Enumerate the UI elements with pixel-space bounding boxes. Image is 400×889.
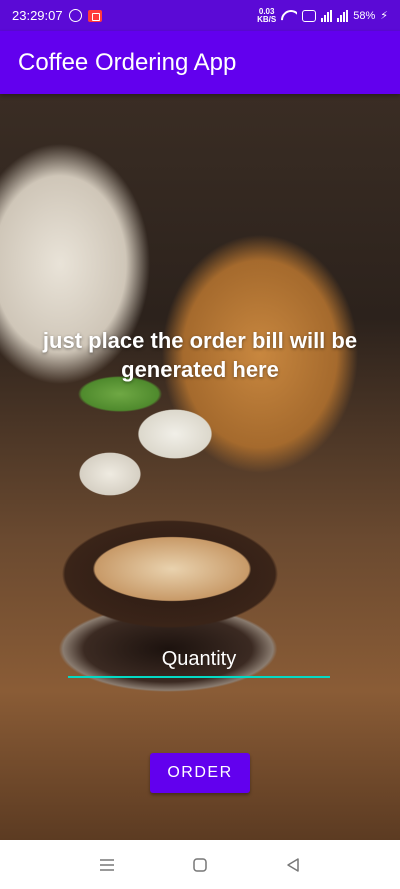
screen-recorder-icon <box>87 9 102 22</box>
charging-icon: ⚡ <box>380 10 388 22</box>
coffee-background-image: just place the order bill will be genera… <box>0 94 400 840</box>
battery-percentage: 58% <box>353 9 376 22</box>
signal-icon-2 <box>337 9 349 22</box>
menu-icon <box>99 858 114 871</box>
volte-call-icon <box>302 9 317 22</box>
home-square-icon <box>193 857 207 872</box>
whatsapp-icon <box>68 9 82 22</box>
back-triangle-icon <box>287 857 300 872</box>
signal-icon <box>321 9 333 22</box>
navigation-bar <box>0 840 400 889</box>
status-time: 23:29:07 <box>12 8 63 23</box>
headline-text: just place the order bill will be genera… <box>42 328 358 382</box>
order-button[interactable]: ORDER <box>150 753 250 793</box>
network-speed: 0.03 KB/S <box>257 7 277 24</box>
app-bar: Coffee Ordering App <box>0 31 400 94</box>
menu-button[interactable] <box>87 845 127 885</box>
back-button[interactable] <box>273 845 313 885</box>
status-bar: 23:29:07 0.03 KB/S 58% ⚡ <box>0 0 400 31</box>
network-speed-unit: KB/S <box>257 14 277 24</box>
wifi-icon <box>281 10 297 22</box>
app-title: Coffee Ordering App <box>18 48 237 76</box>
quantity-input[interactable] <box>68 642 330 678</box>
home-button[interactable] <box>180 845 220 885</box>
